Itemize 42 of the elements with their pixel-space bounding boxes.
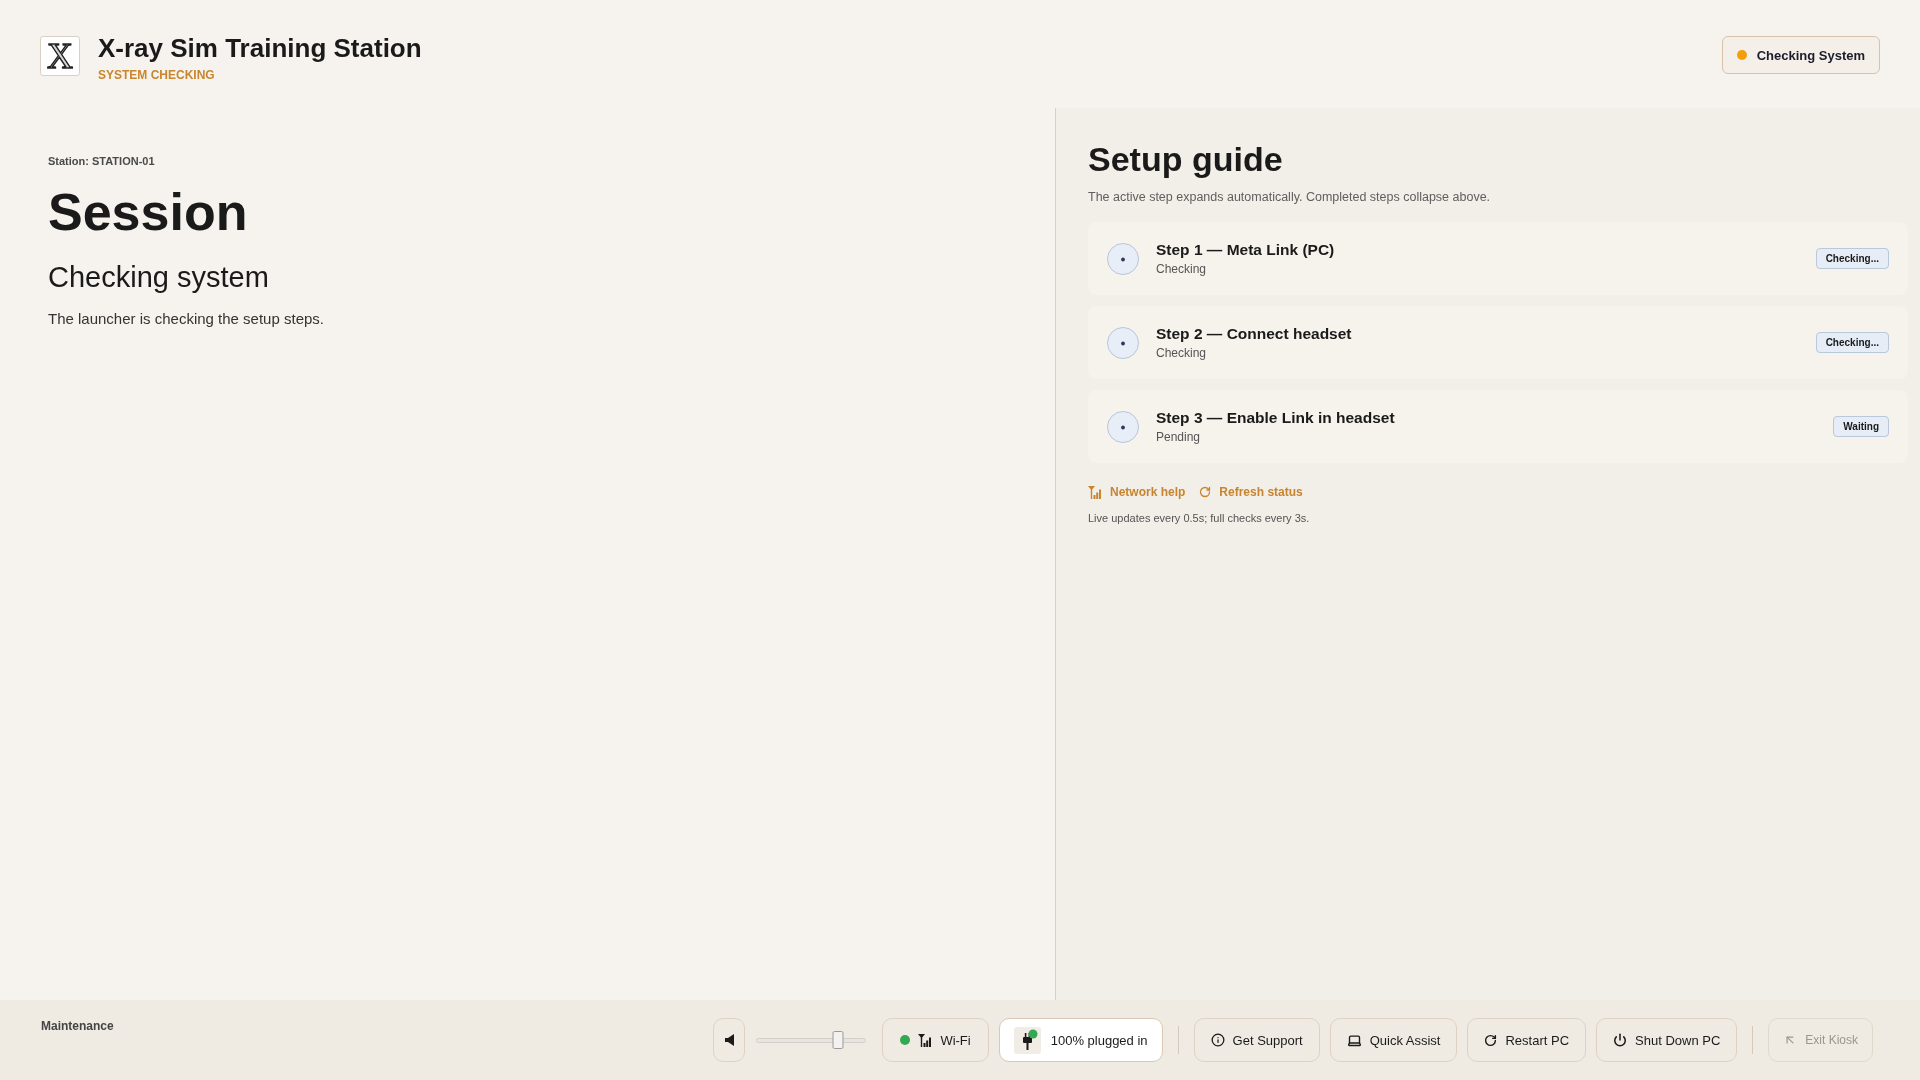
app-subtitle: SYSTEM CHECKING xyxy=(98,68,216,82)
shutdown-button[interactable]: Shut Down PC xyxy=(1596,1018,1738,1062)
system-status-label: Checking System xyxy=(1756,47,1865,63)
step-indicator-icon xyxy=(1107,410,1139,443)
step-status-badge: Checking... xyxy=(1815,248,1889,269)
support-button[interactable]: Get Support xyxy=(1193,1018,1320,1062)
step-status: Checking xyxy=(1156,346,1208,361)
step-status: Checking xyxy=(1156,262,1208,277)
step-status-badge: Checking... xyxy=(1815,332,1889,353)
setup-guide-title: Setup guide xyxy=(1088,139,1284,179)
rotate-arrow-icon xyxy=(1484,1033,1498,1047)
step-status-badge: Waiting xyxy=(1833,416,1889,437)
info-icon xyxy=(1210,1033,1225,1047)
step-indicator-icon xyxy=(1107,242,1139,275)
step-card[interactable]: Step 1 — Meta Link (PC) Checking Checking... xyxy=(1088,222,1908,295)
setup-guide-subtitle: The active step expands automatically. Completed steps collapse above. xyxy=(1088,189,1492,205)
restart-button[interactable]: Restart PC xyxy=(1467,1018,1587,1062)
step-card[interactable]: Step 3 — Enable Link in headset Pending Waiting xyxy=(1088,390,1908,463)
speaker-icon xyxy=(724,1034,734,1046)
laptop-icon xyxy=(1346,1032,1362,1048)
antenna-signal-icon xyxy=(1088,485,1102,499)
session-message: The launcher is checking the setup steps. xyxy=(48,309,325,329)
quick-assist-button[interactable]: Quick Assist xyxy=(1329,1018,1458,1062)
app-logo: X xyxy=(40,36,80,76)
slider-thumb[interactable] xyxy=(832,1031,844,1049)
session-state: Checking system xyxy=(48,260,270,294)
step-title: Step 1 — Meta Link (PC) xyxy=(1156,240,1335,259)
app-title: X-ray Sim Training Station xyxy=(98,33,422,63)
power-icon xyxy=(1613,1033,1628,1047)
maintenance-label: Maintenance xyxy=(41,1019,114,1034)
volume-button[interactable] xyxy=(713,1018,746,1062)
refresh-icon xyxy=(1199,486,1212,498)
wifi-button[interactable]: Wi-Fi xyxy=(882,1018,989,1062)
antenna-signal-icon xyxy=(918,1033,933,1047)
step-card[interactable]: Step 2 — Connect headset Checking Checking... xyxy=(1088,306,1908,379)
step-title: Step 2 — Connect headset xyxy=(1156,324,1352,343)
step-indicator-icon xyxy=(1107,326,1139,359)
step-title: Step 3 — Enable Link in headset xyxy=(1156,408,1395,427)
update-note: Live updates every 0.5s; full checks every 3s. xyxy=(1088,511,1311,526)
station-label: Station: STATION-01 xyxy=(48,154,156,168)
session-title: Session xyxy=(48,182,249,242)
step-status: Pending xyxy=(1156,430,1202,445)
